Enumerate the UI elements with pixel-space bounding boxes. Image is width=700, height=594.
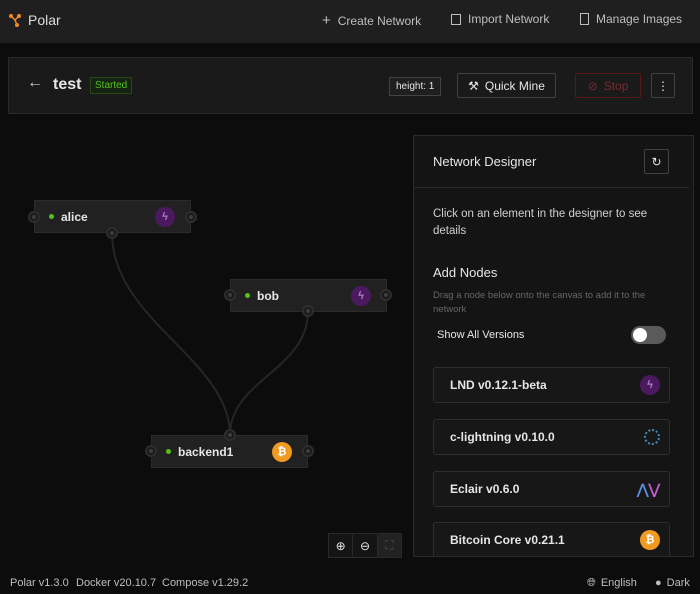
port-left[interactable] (145, 445, 157, 457)
refresh-icon: ↻ (651, 154, 662, 169)
port-left[interactable] (224, 289, 236, 301)
lightning-icon: ϟ (155, 207, 175, 227)
network-designer-panel: Network Designer ↻ Click on an element i… (413, 135, 694, 557)
compose-version: Compose v1.29.2 (162, 577, 249, 589)
zoom-out-button[interactable]: ⊖ (353, 534, 378, 557)
c-lightning-icon (644, 429, 660, 445)
fit-screen-button[interactable]: ⛶ (377, 534, 401, 557)
port-right[interactable] (185, 211, 197, 223)
port-top[interactable] (224, 429, 236, 441)
link-bob-backend1 (229, 310, 309, 436)
polar-version: Polar v1.3.0 (10, 577, 69, 589)
show-all-versions-toggle[interactable] (631, 326, 666, 344)
status-dot (245, 293, 250, 298)
lightning-icon: ϟ (640, 375, 660, 395)
node-card-eclair[interactable]: Eclair v0.6.0 ⋀⋁ (433, 471, 670, 507)
status-dot (166, 449, 171, 454)
eclair-icon: ⋀⋁ (637, 480, 660, 497)
panel-hint: Click on an element in the designer to s… (433, 208, 648, 237)
status-dot (49, 214, 54, 219)
language-selector[interactable]: 🌐︎ English (587, 577, 637, 590)
node-card-c-lightning[interactable]: c-lightning v0.10.0 (433, 419, 670, 455)
node-card-bitcoin-core[interactable]: Bitcoin Core v0.21.1 ₿ (433, 522, 670, 556)
panel-title: Network Designer (433, 154, 537, 169)
add-nodes-title: Add Nodes (433, 265, 498, 280)
bitcoin-icon: ₿ (272, 442, 292, 462)
node-card-lnd[interactable]: LND v0.12.1-beta ϟ (433, 367, 670, 403)
port-left[interactable] (28, 211, 40, 223)
port-bottom[interactable] (302, 305, 314, 317)
refresh-button[interactable]: ↻ (644, 149, 669, 174)
show-all-versions-label: Show All Versions (437, 329, 525, 341)
theme-toggle[interactable]: ● Dark (655, 577, 690, 589)
globe-icon: 🌐︎ (587, 577, 596, 589)
port-right[interactable] (302, 445, 314, 457)
lightning-icon: ϟ (351, 286, 371, 306)
add-nodes-description: Drag a node below onto the canvas to add… (433, 290, 646, 315)
divider (414, 187, 689, 188)
port-bottom[interactable] (106, 227, 118, 239)
docker-version: Docker v20.10.7 (76, 577, 157, 589)
zoom-in-button[interactable]: ⊕ (329, 534, 354, 557)
link-alice-backend1 (111, 232, 231, 436)
zoom-controls: ⊕ ⊖ ⛶ (328, 533, 402, 558)
bulb-icon: ● (655, 577, 662, 589)
bitcoin-icon: ₿ (640, 530, 660, 550)
port-right[interactable] (380, 289, 392, 301)
